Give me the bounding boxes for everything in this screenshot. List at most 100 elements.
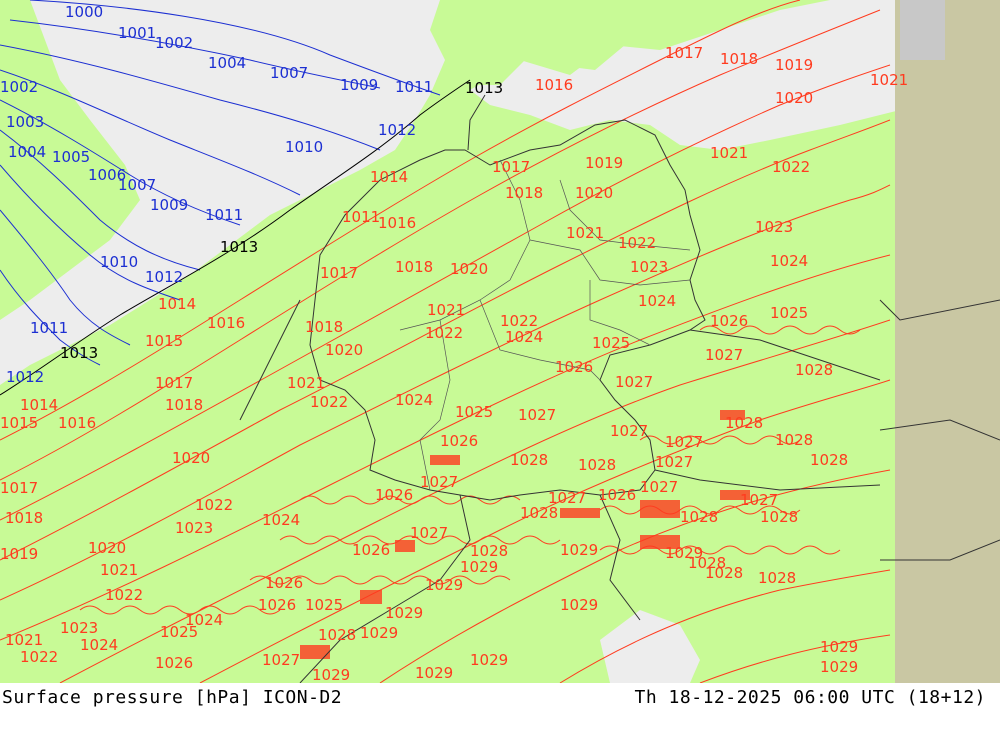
isobar-label: 1027: [665, 433, 703, 451]
isobar-label: 1023: [175, 519, 213, 537]
isobar-label: 1018: [720, 50, 758, 68]
isobar-label: 1028: [795, 361, 833, 379]
map-footer: Surface pressure [hPa] ICON-D2 Th 18-12-…: [0, 683, 1000, 733]
isobar-label: 1016: [207, 314, 245, 332]
isobar-label: 1020: [575, 184, 613, 202]
isobar-label: 1026: [258, 596, 296, 614]
isobar-label: 1004: [208, 54, 246, 72]
isobar-label: 1019: [0, 545, 38, 563]
isobar-label: 1027: [610, 422, 648, 440]
isobar-label: 1026: [375, 486, 413, 504]
isobar-label: 1028: [318, 626, 356, 644]
isobar-label: 1027: [640, 478, 678, 496]
isobar-label: 1013: [465, 79, 503, 97]
isobar-label: 1029: [560, 541, 598, 559]
isobar-label: 1023: [630, 258, 668, 276]
isobar-label: 1020: [325, 341, 363, 359]
isobar-label: 1024: [395, 391, 433, 409]
isobar-label: 1028: [758, 569, 796, 587]
isobar-label: 1020: [775, 89, 813, 107]
isobar-label: 1026: [440, 432, 478, 450]
isobar-label: 1011: [205, 206, 243, 224]
isobar-label: 1026: [710, 312, 748, 330]
isobar-label: 1024: [638, 292, 676, 310]
isobar-label: 1029: [460, 558, 498, 576]
isobar-label: 1000: [65, 3, 103, 21]
isobar-label: 1027: [705, 346, 743, 364]
isobar-label: 1018: [305, 318, 343, 336]
isobar-label: 1009: [150, 196, 188, 214]
isobar-label: 1022: [105, 586, 143, 604]
isobar-label: 1018: [5, 509, 43, 527]
isobar-label: 1026: [555, 358, 593, 376]
isobar-label: 1029: [312, 666, 350, 683]
isobar-label: 1021: [427, 301, 465, 319]
isobar-label: 1028: [810, 451, 848, 469]
isobar-label: 1016: [535, 76, 573, 94]
isobar-label: 1025: [592, 334, 630, 352]
isobar-label: 1022: [772, 158, 810, 176]
isobar-label: 1022: [618, 234, 656, 252]
isobar-label: 1027: [518, 406, 556, 424]
isobar-label: 1010: [100, 253, 138, 271]
isobar-label: 1029: [415, 664, 453, 682]
isobar-label: 1022: [20, 648, 58, 666]
isobar-label: 1009: [340, 76, 378, 94]
isobar-label: 1012: [378, 121, 416, 139]
isobar-label: 1015: [0, 414, 38, 432]
isobar-label: 1026: [265, 574, 303, 592]
isobar-label: 1028: [578, 456, 616, 474]
isobar-label: 1022: [310, 393, 348, 411]
isobar-label: 1013: [60, 344, 98, 362]
isobar-label: 1018: [165, 396, 203, 414]
isobar-label: 1011: [342, 208, 380, 226]
isobar-label: 1015: [145, 332, 183, 350]
isobar-label: 1020: [88, 539, 126, 557]
isobar-label: 1020: [450, 260, 488, 278]
isobar-label: 1024: [80, 636, 118, 654]
isobar-label: 1016: [58, 414, 96, 432]
isobar-label: 1027: [420, 473, 458, 491]
isobar-label: 1023: [60, 619, 98, 637]
isobar-label: 1017: [0, 479, 38, 497]
isobar-label: 1019: [585, 154, 623, 172]
isobar-label: 1021: [100, 561, 138, 579]
isobar-label: 1011: [30, 319, 68, 337]
isobar-label: 1027: [410, 524, 448, 542]
isobar-label: 1014: [158, 295, 196, 313]
isobar-label: 1012: [6, 368, 44, 386]
isobar-label: 1028: [510, 451, 548, 469]
isobar-label: 1026: [598, 486, 636, 504]
surface-pressure-map: 1000 1001 1002 1004 1007 1009 1011 1002 …: [0, 0, 1000, 683]
isobar-label: 1028: [470, 542, 508, 560]
isobar-label: 1025: [455, 403, 493, 421]
isobar-label: 1025: [305, 596, 343, 614]
isobar-label: 1028: [775, 431, 813, 449]
isobar-label: 1012: [145, 268, 183, 286]
isobar-label: 1029: [470, 651, 508, 669]
isobar-label: 1021: [710, 144, 748, 162]
isobar-label: 1024: [770, 252, 808, 270]
out-of-domain-sea: [900, 0, 945, 60]
isobar-label: 1019: [775, 56, 813, 74]
isobar-label: 1022: [195, 496, 233, 514]
isobar-label: 1017: [492, 158, 530, 176]
isobar-label: 1007: [118, 176, 156, 194]
isobar-label: 1025: [770, 304, 808, 322]
valid-time: Th 18-12-2025 06:00 UTC (18+12): [634, 687, 986, 708]
isobar-label: 1027: [615, 373, 653, 391]
isobar-label: 1011: [395, 78, 433, 96]
isobar-label: 1021: [870, 71, 908, 89]
isobar-label: 1026: [352, 541, 390, 559]
isobar-label: 1020: [172, 449, 210, 467]
isobar-label: 1028: [705, 564, 743, 582]
isobar-label: 1017: [155, 374, 193, 392]
isobar-label: 1024: [262, 511, 300, 529]
isobar-label: 1003: [6, 113, 44, 131]
isobar-label: 1002: [155, 34, 193, 52]
isobar-label: 1024: [505, 328, 543, 346]
isobar-label: 1027: [262, 651, 300, 669]
out-of-domain: [895, 0, 1000, 683]
isobar-label: 1001: [118, 24, 156, 42]
isobar-label: 1029: [820, 658, 858, 676]
